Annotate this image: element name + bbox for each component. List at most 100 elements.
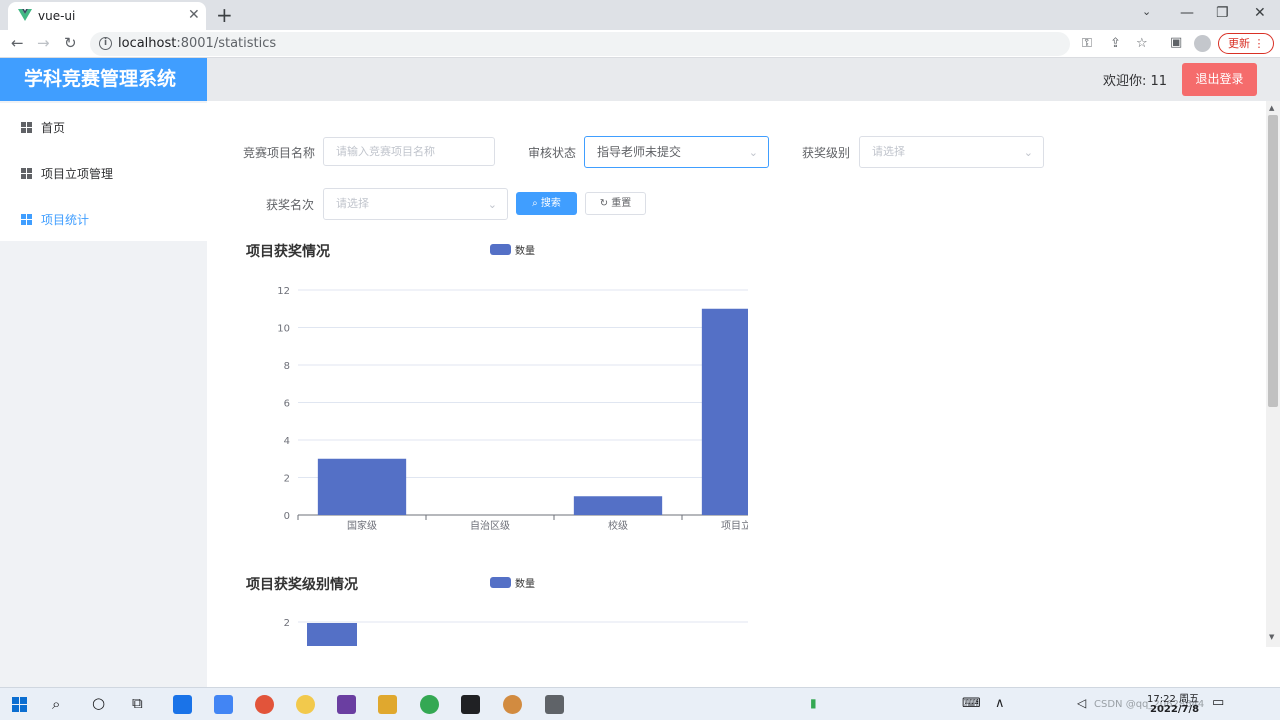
welcome-text: 欢迎你: 11 [1103, 74, 1168, 89]
award-level-select[interactable]: 请选择 ⌄ [859, 136, 1044, 168]
window-restore-button[interactable]: ❐ [1216, 5, 1229, 21]
file-explorer-icon[interactable] [378, 695, 397, 714]
scroll-down-icon[interactable]: ▼ [1269, 633, 1274, 641]
forward-button[interactable]: → [37, 34, 50, 52]
award-level-label: 获奖级别 [802, 146, 851, 160]
vue-logo-icon [18, 9, 32, 21]
chrome-app-icon[interactable] [420, 695, 439, 714]
browser-tabbar: vue-ui ✕ + ⌄ — ❐ ✕ [0, 0, 1280, 30]
browser-tab[interactable]: vue-ui ✕ [8, 2, 206, 30]
tab-close-icon[interactable]: ✕ [188, 7, 200, 23]
address-bar[interactable]: i localhost:8001/statistics ⚿ ⇪ ☆ [90, 32, 1148, 56]
refresh-icon: ↻ [599, 198, 609, 209]
search-icon: ⌕ [532, 198, 538, 209]
x-tick-label: 国家级 [347, 519, 377, 532]
clock-date[interactable]: 2022/7/8 [1150, 704, 1199, 715]
search-button-label: 搜索 [540, 198, 561, 209]
app-header: 欢迎你: 11 退出登录 [207, 58, 1280, 101]
chart1-title: 项目获奖情况 [246, 244, 330, 260]
x-tick-label: 项目立项数 [721, 519, 748, 532]
ide-app-icon[interactable] [337, 695, 356, 714]
app-logo: 学科竞赛管理系统 [0, 58, 207, 101]
reload-button[interactable]: ↻ [64, 34, 77, 52]
y-tick-label: 4 [284, 436, 290, 447]
y-tick-label: 6 [284, 399, 290, 410]
media-app-icon[interactable] [503, 695, 522, 714]
project-name-input[interactable]: 请输入竞赛项目名称 [323, 137, 495, 166]
chart1-bar-chart: 024681012国家级自治区级校级项目立项数项目结题数 [277, 286, 748, 532]
legend-label: 数量 [515, 246, 535, 257]
award-rank-label: 获奖名次 [266, 198, 315, 212]
new-tab-button[interactable]: + [216, 3, 233, 27]
grid-icon [21, 168, 32, 179]
keyboard-icon[interactable]: ⌨ [962, 696, 981, 711]
chevron-down-icon: ⌄ [487, 198, 497, 211]
profile-avatar[interactable] [1194, 35, 1211, 52]
award-level-placeholder: 请选择 [872, 145, 905, 158]
window-minimize-button[interactable]: — [1180, 5, 1194, 21]
bar [701, 308, 748, 515]
cortana-icon[interactable]: ○ [92, 694, 105, 712]
tab-title: vue-ui [38, 9, 76, 23]
logout-button[interactable]: 退出登录 [1182, 63, 1257, 96]
review-status-select[interactable]: 指导老师未提交 ⌄ [584, 136, 769, 168]
y-tick-label: 2 [284, 474, 290, 485]
search-button[interactable]: ⌕ 搜索 [516, 192, 577, 215]
main-content: 竞赛项目名称 请输入竞赛项目名称 审核状态 指导老师未提交 ⌄ 获奖级别 请选择… [208, 101, 1266, 687]
grid-icon [21, 122, 32, 133]
store-app-icon[interactable] [173, 695, 192, 714]
x-tick-label: 自治区级 [470, 519, 510, 532]
chart2-title: 项目获奖级别情况 [246, 577, 358, 593]
tab-search-chevron-icon[interactable]: ⌄ [1142, 5, 1151, 18]
y-tick-label: 2 [284, 618, 290, 629]
sidebar-item-home[interactable]: 首页 [0, 103, 207, 149]
battery-icon[interactable]: ▮ [810, 696, 817, 710]
key-icon[interactable]: ⚿ [1082, 36, 1092, 51]
bar [573, 496, 663, 515]
task-view-icon[interactable]: ⧉ [132, 694, 143, 712]
update-button[interactable]: 更新 ⋮ [1218, 33, 1274, 54]
bar [307, 623, 357, 646]
side-panel-icon[interactable]: ▣ [1170, 35, 1182, 50]
back-button[interactable]: ← [11, 34, 24, 52]
search-icon[interactable]: ⌕ [52, 695, 60, 713]
sidebar-item-project-management[interactable]: 项目立项管理 [0, 149, 207, 195]
volume-icon[interactable]: ◁ [1077, 696, 1086, 710]
x-tick-label: 校级 [608, 519, 628, 532]
chart2-bar-chart: 2 [284, 618, 748, 646]
terminal-app-icon[interactable] [461, 695, 480, 714]
scroll-up-icon[interactable]: ▲ [1269, 104, 1274, 112]
y-tick-label: 8 [284, 361, 290, 372]
sidebar-item-label: 项目统计 [41, 213, 90, 227]
sidebar-item-label: 首页 [41, 121, 66, 135]
site-info-icon[interactable]: i [99, 37, 112, 50]
reset-button[interactable]: ↻ 重置 [585, 192, 646, 215]
sidebar-item-statistics[interactable]: 项目统计 [0, 195, 207, 241]
y-tick-label: 10 [277, 324, 290, 335]
page-scrollbar[interactable]: ▲ ▼ [1266, 101, 1280, 647]
windows-taskbar: ⌕ ○ ⧉ ▮ ⌨ ∧ ◁ CSDN @qq_20628644 17:22 周五… [0, 687, 1280, 720]
windows-start-icon[interactable] [12, 697, 27, 712]
review-status-value: 指导老师未提交 [597, 145, 682, 159]
sidebar-item-label: 项目立项管理 [41, 167, 114, 181]
window-close-button[interactable]: ✕ [1254, 5, 1266, 21]
clock-time[interactable]: 17:22 周五 [1147, 690, 1199, 705]
legend-label: 数量 [515, 579, 535, 590]
reset-button-label: 重置 [611, 198, 632, 209]
notes-app-icon[interactable] [296, 695, 315, 714]
y-tick-label: 12 [277, 286, 290, 297]
review-status-label: 审核状态 [528, 146, 577, 160]
share-icon[interactable]: ⇪ [1110, 36, 1121, 51]
tray-chevron-icon[interactable]: ∧ [995, 696, 1005, 711]
firefox-app-icon[interactable] [255, 695, 274, 714]
legend-swatch [490, 577, 511, 588]
tool-app-icon[interactable] [545, 695, 564, 714]
scroll-thumb[interactable] [1268, 115, 1278, 407]
notification-icon[interactable]: ▭ [1212, 695, 1224, 710]
award-rank-select[interactable]: 请选择 ⌄ [323, 188, 508, 220]
bookmark-star-icon[interactable]: ☆ [1136, 36, 1148, 51]
bar [317, 458, 407, 515]
sidebar: 首页 项目立项管理 项目统计 [0, 101, 207, 687]
mail-app-icon[interactable] [214, 695, 233, 714]
project-name-label: 竞赛项目名称 [243, 146, 316, 160]
